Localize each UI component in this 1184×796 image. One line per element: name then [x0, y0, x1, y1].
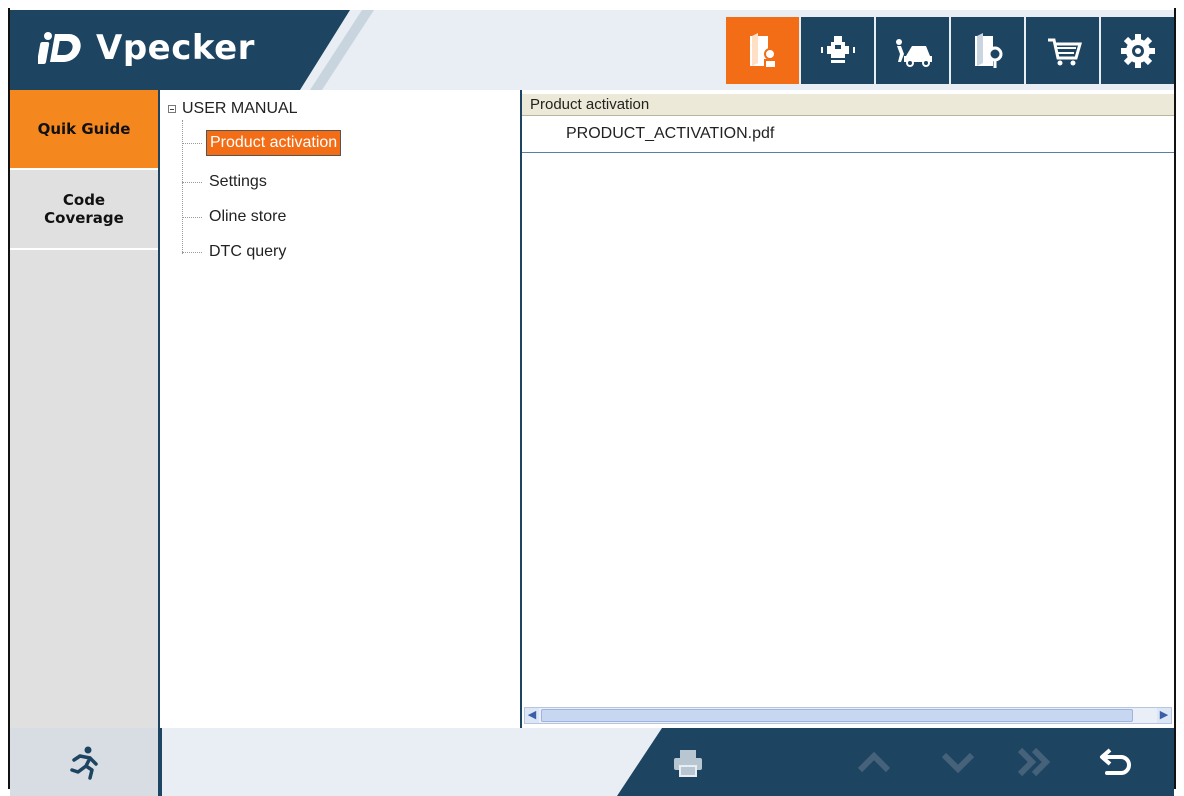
tree-item-product-activation[interactable]: Product activation — [182, 130, 342, 156]
print-icon — [674, 750, 702, 777]
tree-branch — [182, 216, 202, 218]
tree-item-settings[interactable]: Settings — [182, 170, 270, 194]
tree-item-dtc-query[interactable]: DTC query — [182, 240, 289, 264]
divider-slash — [714, 733, 748, 791]
user-manual-button[interactable] — [724, 17, 799, 84]
bottom-toolbar — [650, 728, 1174, 796]
scroll-down-button[interactable] — [936, 740, 980, 784]
collapse-icon[interactable] — [168, 105, 176, 113]
brand-name: Vpecker — [96, 28, 255, 68]
tree-root-label: USER MANUAL — [182, 100, 298, 117]
exit-button[interactable] — [10, 728, 160, 796]
diagnosis-button[interactable] — [799, 17, 874, 84]
scroll-up-button[interactable] — [852, 740, 896, 784]
gear-icon — [1120, 33, 1155, 68]
manual-tree: USER MANUAL Product activation Settings … — [160, 90, 522, 728]
content-header: Product activation — [522, 94, 1174, 116]
tab-code-coverage-line2: Coverage — [44, 209, 124, 227]
tab-code-coverage-line1: Code — [62, 191, 106, 209]
tab-code-coverage-label: Code Coverage — [44, 191, 124, 227]
tree-root[interactable]: USER MANUAL — [168, 100, 298, 118]
back-arrow-icon — [1100, 748, 1131, 775]
screenshot-button[interactable] — [746, 740, 790, 784]
car-repair-button[interactable] — [874, 17, 949, 84]
shopping-cart-icon — [1047, 38, 1082, 65]
tree-branch — [182, 181, 202, 183]
scroll-right-icon[interactable]: ▶ — [1157, 708, 1171, 723]
brand-logo: Vpecker — [38, 28, 255, 68]
main-toolbar — [724, 17, 1174, 84]
tree-item-oline-store[interactable]: Oline store — [182, 205, 289, 229]
search-book-icon — [974, 32, 1002, 68]
exit-running-man-icon — [70, 746, 98, 780]
tab-quik-guide-label: Quik Guide — [37, 120, 131, 138]
tree-item-label: Settings — [209, 173, 267, 190]
file-row[interactable]: PRODUCT_ACTIVATION.pdf — [522, 117, 1174, 153]
chevron-up-icon — [857, 751, 891, 773]
car-repair-icon — [895, 38, 932, 67]
sidebar: Quik Guide Code Coverage — [10, 90, 160, 728]
tree-item-label: DTC query — [209, 243, 287, 260]
tree-item-label: Oline store — [209, 208, 287, 225]
vpecker-logo-icon — [38, 32, 81, 64]
back-button[interactable] — [1094, 740, 1138, 784]
divider-slash — [798, 733, 832, 791]
tree-item-label: Product activation — [206, 130, 342, 156]
print-button[interactable] — [666, 740, 710, 784]
bottom-light-band — [162, 728, 662, 796]
camera-icon — [752, 748, 784, 776]
double-chevron-right-icon — [1017, 747, 1051, 777]
horizontal-scrollbar[interactable]: ◀ ▶ — [524, 707, 1172, 724]
shop-button[interactable] — [1024, 17, 1099, 84]
tree-branch — [182, 251, 202, 253]
scrollbar-thumb[interactable] — [541, 709, 1133, 722]
tree-branch — [182, 142, 202, 144]
tab-quik-guide[interactable]: Quik Guide — [10, 90, 158, 170]
diagnosis-icon — [820, 35, 855, 63]
settings-button[interactable] — [1099, 17, 1174, 84]
user-manual-icon — [749, 32, 777, 69]
search-book-button[interactable] — [949, 17, 1024, 84]
header-bar: Vpecker — [10, 10, 1174, 90]
next-button[interactable] — [1012, 740, 1056, 784]
tab-code-coverage[interactable]: Code Coverage — [10, 170, 158, 250]
content-panel: Product activation PRODUCT_ACTIVATION.pd… — [522, 90, 1174, 728]
chevron-down-icon — [941, 752, 975, 774]
scroll-left-icon[interactable]: ◀ — [525, 708, 539, 723]
bottom-bar — [10, 728, 1174, 796]
